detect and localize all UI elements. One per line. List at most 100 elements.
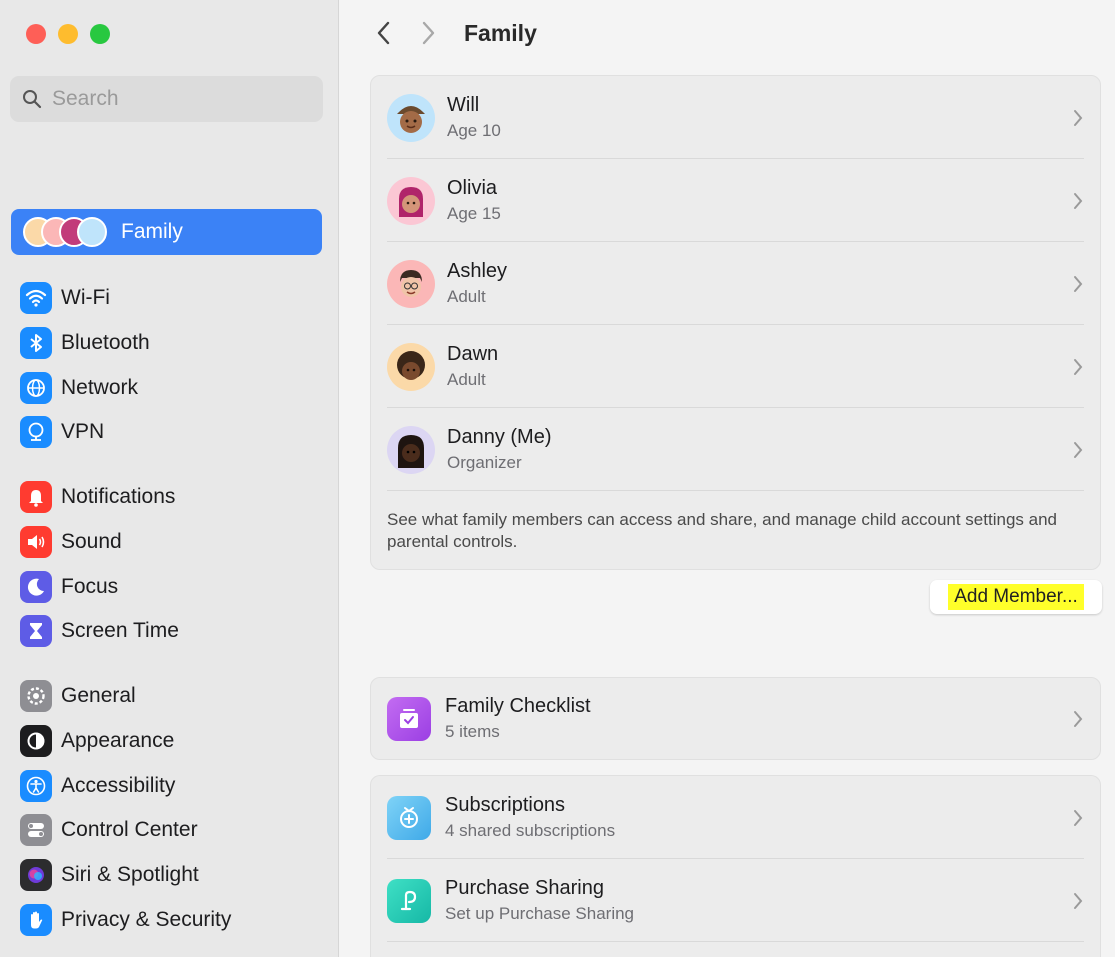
sidebar-item-label: Network [61,375,139,399]
sidebar-item-control-center[interactable]: Control Center [20,808,231,853]
member-row-danny[interactable]: Danny (Me) Organizer [371,408,1100,491]
hand-icon [20,903,52,936]
member-row-olivia[interactable]: Olivia Age 15 [371,159,1100,242]
sidebar-item-label: Focus [61,574,119,598]
member-name: Olivia [447,177,498,199]
member-row-dawn[interactable]: Dawn Adult [371,325,1100,408]
sidebar-item-label: VPN [61,420,105,444]
chevron-right-icon [1074,358,1083,375]
search-field[interactable] [10,76,323,122]
member-role: Adult [447,370,486,389]
avatar [77,217,107,247]
sidebar-item-bluetooth[interactable]: Bluetooth [20,321,150,366]
sidebar-item-label: General [61,684,136,708]
page-title: Family [464,19,537,46]
chevron-right-icon [422,21,435,45]
sidebar-item-label: Privacy & Security [61,907,232,931]
chevron-right-icon [1074,192,1083,209]
sidebar-item-accessibility[interactable]: Accessibility [20,763,231,808]
member-name: Dawn [447,343,499,365]
family-members-card: Will Age 10 Olivia Age 15 Ashley Adult D… [370,75,1101,570]
memoji-avatar [387,176,435,225]
checklist-subtitle: 5 items [445,722,500,741]
add-member-label: Add Member... [948,584,1084,610]
hourglass-icon [20,615,52,648]
sidebar-item-label: Family [121,220,183,243]
vpn-icon [20,416,52,449]
sidebar-group-general: General Appearance Accessibility Control… [20,674,231,942]
sidebar-group-notifications: Notifications Sound Focus Screen Time [20,475,179,654]
memoji-avatar [387,93,435,142]
sidebar-item-siri-spotlight[interactable]: Siri & Spotlight [20,853,231,898]
sidebar-item-network[interactable]: Network [20,365,150,410]
chevron-right-icon [1074,892,1083,909]
sidebar-item-label: Appearance [61,729,175,753]
sidebar-item-wifi[interactable]: Wi-Fi [20,276,150,321]
chevron-right-icon [1074,109,1083,126]
chevron-left-icon [377,21,390,45]
gear-icon [20,680,52,713]
globe-icon [20,371,52,404]
member-row-ashley[interactable]: Ashley Adult [371,242,1100,325]
sidebar: Family Wi-Fi Bluetooth Network VPN [0,0,339,957]
purchase-sharing-icon [387,878,431,923]
chevron-right-icon [1074,809,1083,826]
member-name: Ashley [447,260,508,282]
forward-button[interactable] [412,17,444,49]
sidebar-item-label: Screen Time [61,619,179,643]
sidebar-item-general[interactable]: General [20,674,231,719]
add-member-button[interactable]: Add Member... [930,580,1102,614]
sidebar-item-screen-time[interactable]: Screen Time [20,609,179,654]
member-role: Organizer [447,453,522,472]
accessibility-icon [20,769,52,802]
wifi-icon [20,282,52,315]
member-row-will[interactable]: Will Age 10 [371,76,1100,159]
family-description: See what family members can access and s… [387,510,1057,551]
sidebar-item-label: Siri & Spotlight [61,863,199,887]
subscriptions-row[interactable]: Subscriptions 4 shared subscriptions [371,776,1100,859]
checklist-icon [387,696,431,741]
search-input[interactable] [52,87,302,111]
minimize-window-button[interactable] [58,24,78,44]
sidebar-item-label: Accessibility [61,773,176,797]
purchase-sharing-row[interactable]: Purchase Sharing Set up Purchase Sharing [371,859,1100,942]
purchase-sharing-subtitle: Set up Purchase Sharing [445,904,635,923]
bell-icon [20,481,52,514]
siri-icon [20,859,52,892]
chevron-right-icon [1074,275,1083,292]
bluetooth-icon [20,327,52,360]
sidebar-item-notifications[interactable]: Notifications [20,475,179,520]
sidebar-item-label: Notifications [61,485,176,509]
moon-icon [20,570,52,603]
member-role: Adult [447,287,486,306]
sidebar-item-vpn[interactable]: VPN [20,410,150,455]
memoji-avatar [387,342,435,391]
member-name: Will [447,94,480,116]
member-name: Danny (Me) [447,426,552,448]
memoji-avatar [387,259,435,308]
sidebar-item-sound[interactable]: Sound [20,520,179,565]
search-icon [23,90,42,109]
back-button[interactable] [368,17,400,49]
memoji-avatar [387,425,435,474]
window-controls [26,24,110,44]
chevron-right-icon [1074,710,1083,727]
sidebar-item-privacy-security[interactable]: Privacy & Security [20,897,231,942]
subscriptions-icon [387,795,431,840]
sidebar-item-label: Bluetooth [61,331,150,355]
sidebar-item-family[interactable]: Family [11,209,322,255]
family-checklist-card: Family Checklist 5 items [370,677,1101,760]
sidebar-item-appearance[interactable]: Appearance [20,719,231,764]
zoom-window-button[interactable] [90,24,110,44]
close-window-button[interactable] [26,24,46,44]
member-role: Age 10 [447,121,501,140]
sidebar-item-focus[interactable]: Focus [20,564,179,609]
sidebar-item-label: Wi-Fi [61,286,110,310]
family-avatars [23,217,107,247]
subscriptions-subtitle: 4 shared subscriptions [445,821,616,840]
sidebar-item-label: Sound [61,530,122,554]
purchase-sharing-title: Purchase Sharing [445,877,604,899]
appearance-icon [20,725,52,758]
family-checklist-row[interactable]: Family Checklist 5 items [371,678,1100,759]
sidebar-item-label: Control Center [61,818,198,842]
